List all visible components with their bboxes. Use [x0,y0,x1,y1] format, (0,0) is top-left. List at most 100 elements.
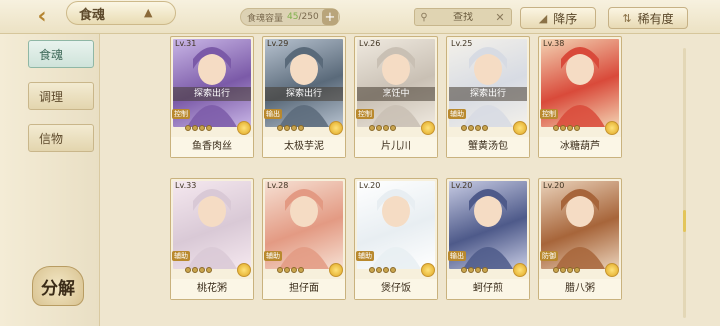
expand-capacity-button[interactable]: + [322,9,338,25]
role-tag: 控制 [356,109,374,119]
back-button[interactable]: ‹ [20,2,64,30]
level-label: Lv.20 [543,181,565,190]
sidebar-item-condition[interactable]: 调理 [28,82,94,110]
star-icon [185,267,191,273]
sort-rarity-button[interactable]: ⇅ 稀有度 [608,7,688,29]
character-name: 煲仔饭 [355,279,437,299]
soul-orb-icon [329,263,343,277]
level-label: Lv.33 [175,181,197,190]
search-input[interactable] [433,11,493,23]
sort-arrows-icon: ⇅ [622,11,632,25]
star-icon [475,267,481,273]
level-label: Lv.25 [451,39,473,48]
food-soul-card[interactable]: Lv.29 探索出行输出太极芋泥 [262,36,346,158]
level-label: Lv.26 [359,39,381,48]
star-icon [468,267,474,273]
star-icon [482,125,488,131]
star-rating [277,267,304,273]
star-icon [390,267,396,273]
food-soul-card[interactable]: Lv.20 辅助 煲仔饭 [354,178,438,300]
star-icon [206,125,212,131]
star-icon [199,125,205,131]
soul-orb-icon [237,263,251,277]
sidebar-item-label: 信物 [39,131,64,146]
sort-order-label: 降序 [553,11,578,26]
sort-order-button[interactable]: ◢ 降序 [520,7,596,29]
food-soul-card[interactable]: Lv.31 探索出行 控制 鱼香肉丝 [170,36,254,158]
status-badge: 烹饪中 [357,87,435,101]
star-icon [468,125,474,131]
star-icon [277,267,283,273]
star-icon [206,267,212,273]
star-rating [553,267,580,273]
sidebar-item-label: 食魂 [39,47,64,62]
soul-orb-icon [605,121,619,135]
role-tag: 防御 [540,251,558,261]
role-tag: 控制 [540,109,558,119]
role-tag: 辅助 [448,109,466,119]
character-name: 片儿川 [355,137,437,157]
star-icon [284,267,290,273]
star-icon [482,267,488,273]
star-rating [369,125,396,131]
star-icon [383,267,389,273]
star-icon [369,125,375,131]
level-label: Lv.29 [267,39,289,48]
status-badge: 探索出行 [265,87,343,101]
search-box: ⚲ ✕ [414,8,512,26]
food-soul-card[interactable]: Lv.33 辅助桃花粥 [170,178,254,300]
star-rating [185,267,212,273]
character-name: 腊八粥 [539,279,621,299]
food-soul-card[interactable]: Lv.28 辅助 担仔面 [262,178,346,300]
soul-orb-icon [329,121,343,135]
back-arrow-icon: ‹ [37,3,47,29]
character-name: 鱼香肉丝 [171,137,253,157]
search-icon: ⚲ [420,11,428,23]
role-tag: 输出 [448,251,466,261]
soul-orb-icon [237,121,251,135]
close-icon[interactable]: ✕ [493,11,507,24]
star-icon [567,125,573,131]
sidebar-item-label: 调理 [39,89,64,104]
role-tag: 控制 [172,109,190,119]
character-name: 桃花粥 [171,279,253,299]
decompose-button[interactable]: 分解 [32,266,84,306]
soul-orb-icon [605,263,619,277]
star-icon [461,125,467,131]
star-icon [369,267,375,273]
scrollbar-track[interactable] [683,48,686,318]
top-bar: ‹ 食魂 ▲ 食魂容量 45/250 + ⚲ ✕ ◢ 降序 ⇅ 稀有度 [0,0,720,34]
star-icon [192,267,198,273]
sidebar-item-token[interactable]: 信物 [28,124,94,152]
character-name: 太极芋泥 [263,137,345,157]
character-name: 蟹黄汤包 [447,137,529,157]
food-soul-card[interactable]: Lv.26 烹饪中控制片儿川 [354,36,438,158]
food-soul-card[interactable]: Lv.20 输出 蚵仔煎 [446,178,530,300]
role-tag: 辅助 [172,251,190,261]
star-rating [461,125,488,131]
sidebar-item-food-soul[interactable]: 食魂 [28,40,94,68]
crown-icon: ▲ [144,6,153,19]
food-soul-card[interactable]: Lv.25 探索出行 辅助 蟹黄汤包 [446,36,530,158]
star-icon [376,125,382,131]
star-icon [567,267,573,273]
star-icon [390,125,396,131]
soul-orb-icon [513,121,527,135]
scrollbar-thumb[interactable] [683,210,686,232]
character-name: 蚵仔煎 [447,279,529,299]
star-icon [277,125,283,131]
star-icon [574,267,580,273]
food-soul-card[interactable]: Lv.20 防御腊八粥 [538,178,622,300]
star-icon [298,125,304,131]
star-rating [185,125,212,131]
star-icon [560,125,566,131]
star-icon [383,125,389,131]
level-label: Lv.38 [543,39,565,48]
food-soul-card[interactable]: Lv.38 控制 冰糖葫芦 [538,36,622,158]
star-rating [553,125,580,131]
decompose-label: 分解 [41,278,75,299]
status-badge: 探索出行 [173,87,251,101]
page-title: 食魂 [66,1,176,25]
level-label: Lv.28 [267,181,289,190]
role-tag: 输出 [264,109,282,119]
